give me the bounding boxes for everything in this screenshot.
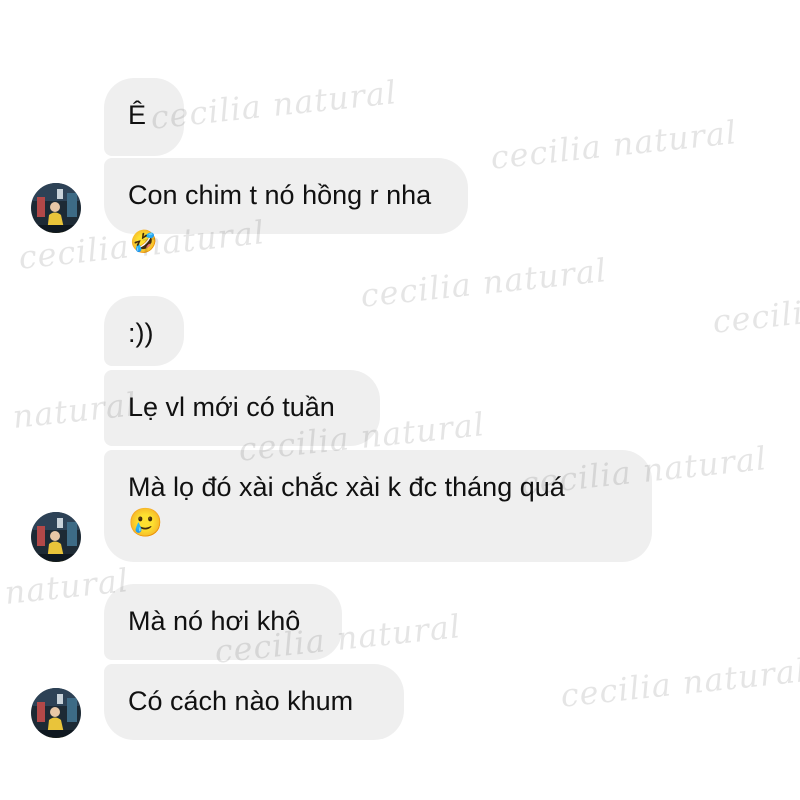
profile-photo-avatar-icon <box>31 688 81 738</box>
message-text: Có cách nào khum <box>128 686 354 716</box>
message-text: :)) <box>128 318 154 348</box>
message-bubble[interactable]: Có cách nào khum <box>104 664 404 740</box>
watermark: cecilia natural <box>710 277 800 341</box>
message-bubble[interactable]: Lẹ vl mới có tuần <box>104 370 380 446</box>
message-bubble[interactable]: Ê <box>104 78 184 156</box>
message-bubble[interactable]: Con chim t nó hồng r nha <box>104 158 468 234</box>
chat-thread: Ê Con chim t nó hồng r nha 🤣 :)) Lẹ vl m… <box>0 0 800 800</box>
watermark: cecilia natural <box>358 251 609 315</box>
profile-photo-avatar-icon <box>31 512 81 562</box>
message-bubble[interactable]: :)) <box>104 296 184 366</box>
crying-smile-emoji-icon: 🥲 <box>128 507 163 538</box>
message-text: Con chim t nó hồng r nha <box>128 180 432 210</box>
avatar[interactable] <box>31 512 81 562</box>
avatar[interactable] <box>31 688 81 738</box>
message-text: Mà nó hơi khô <box>128 606 301 636</box>
message-text: Lẹ vl mới có tuần <box>128 392 335 422</box>
message-bubble[interactable]: Mà nó hơi khô <box>104 584 342 660</box>
reaction-emoji-icon[interactable]: 🤣 <box>130 230 157 254</box>
message-text: Mà lọ đó xài chắc xài k đc tháng quá <box>128 472 565 502</box>
profile-photo-avatar-icon <box>31 183 81 233</box>
watermark: cecilia natural <box>148 73 399 137</box>
message-text: Ê <box>128 100 147 130</box>
watermark: cecilia natural <box>558 651 800 715</box>
message-bubble[interactable]: Mà lọ đó xài chắc xài k đc tháng quá 🥲 <box>104 450 652 562</box>
avatar[interactable] <box>31 183 81 233</box>
watermark: cecilia natural <box>488 113 739 177</box>
